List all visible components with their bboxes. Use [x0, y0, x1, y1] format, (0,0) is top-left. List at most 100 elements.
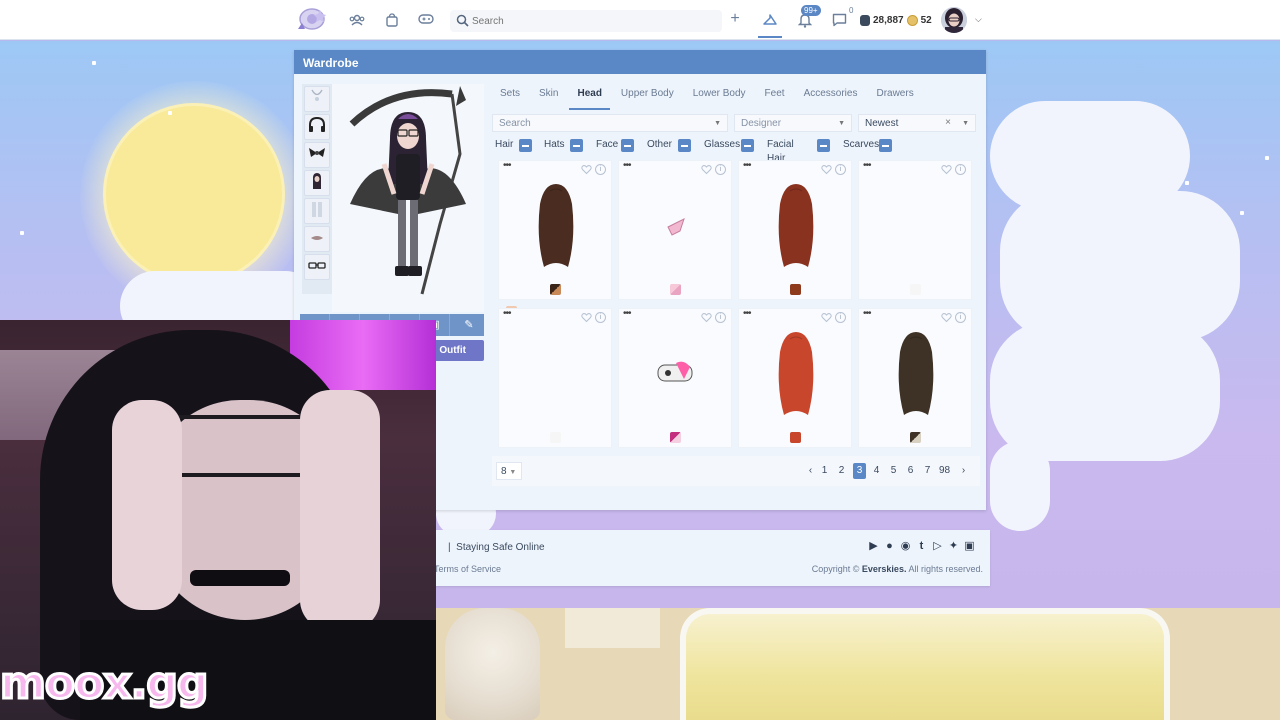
collapse-minus-icon[interactable]	[879, 139, 892, 152]
create-plus-button[interactable]: +	[728, 11, 742, 27]
more-options-icon[interactable]: •••	[743, 309, 751, 319]
favorite-heart-icon[interactable]	[581, 164, 592, 175]
community-icon[interactable]	[349, 13, 365, 27]
item-info-icon[interactable]: i	[835, 164, 846, 175]
color-variant-swatch[interactable]	[550, 284, 561, 295]
item-info-icon[interactable]: i	[595, 164, 606, 175]
item-card[interactable]: ••• i	[498, 160, 612, 300]
category-chip-face[interactable]: Face	[596, 138, 634, 154]
item-card[interactable]: ••• i	[618, 308, 732, 448]
shop-bag-icon[interactable]	[384, 13, 400, 27]
item-info-icon[interactable]: i	[715, 164, 726, 175]
slot-hair[interactable]	[304, 170, 330, 196]
more-options-icon[interactable]: •••	[503, 309, 511, 319]
favorite-heart-icon[interactable]	[581, 312, 592, 323]
tab-skin[interactable]: Skin	[531, 82, 566, 110]
item-info-icon[interactable]: i	[955, 312, 966, 323]
page-link-7[interactable]: 7	[921, 463, 934, 479]
color-variant-swatch[interactable]	[790, 432, 801, 443]
favorite-heart-icon[interactable]	[941, 312, 952, 323]
page-link-6[interactable]: 6	[904, 463, 917, 479]
category-chip-facial-hair[interactable]: Facial Hair	[767, 138, 830, 164]
color-variant-swatch[interactable]	[550, 432, 561, 443]
terms-of-service-link[interactable]: Terms of Service	[434, 564, 501, 574]
item-info-icon[interactable]: i	[955, 164, 966, 175]
tab-accessories[interactable]: Accessories	[796, 82, 866, 110]
next-page-chevron-right-icon[interactable]: ›	[957, 463, 970, 479]
item-card[interactable]: ••• i	[618, 160, 732, 300]
collapse-minus-icon[interactable]	[817, 139, 830, 152]
slot-glasses[interactable]	[304, 254, 330, 280]
everskies-logo[interactable]	[294, 7, 328, 33]
favorite-heart-icon[interactable]	[701, 164, 712, 175]
favorite-heart-icon[interactable]	[821, 164, 832, 175]
item-search-select[interactable]: Search ▼	[492, 114, 728, 132]
youtube-icon[interactable]: ▷	[931, 540, 944, 553]
item-card[interactable]: ••• i	[858, 308, 972, 448]
page-link-98[interactable]: 98	[938, 463, 951, 479]
tab-upper-body[interactable]: Upper Body	[613, 82, 682, 110]
category-chip-glasses[interactable]: Glasses	[704, 138, 754, 154]
instagram-icon[interactable]: ◉	[899, 540, 912, 553]
account-menu-chevron-down-icon[interactable]: ⌵	[975, 14, 982, 25]
item-info-icon[interactable]: i	[835, 312, 846, 323]
category-chip-other[interactable]: Other	[647, 138, 691, 154]
collapse-minus-icon[interactable]	[741, 139, 754, 152]
google-play-icon[interactable]: ▶	[867, 540, 880, 553]
favorite-heart-icon[interactable]	[821, 312, 832, 323]
global-search[interactable]	[450, 10, 722, 32]
item-card[interactable]: ••• i	[738, 308, 852, 448]
staying-safe-online-link[interactable]: Staying Safe Online	[456, 542, 544, 553]
color-variant-swatch[interactable]	[670, 284, 681, 295]
color-variant-swatch[interactable]	[910, 432, 921, 443]
collapse-minus-icon[interactable]	[621, 139, 634, 152]
page-link-2[interactable]: 2	[835, 463, 848, 479]
slot-stockings[interactable]	[304, 198, 330, 224]
tab-feet[interactable]: Feet	[757, 82, 793, 110]
favorite-heart-icon[interactable]	[941, 164, 952, 175]
save-outfit-icon[interactable]: ✎	[454, 314, 484, 336]
slot-mouth[interactable]	[304, 226, 330, 252]
item-info-icon[interactable]: i	[595, 312, 606, 323]
messages-chat-icon[interactable]	[832, 13, 847, 27]
per-page-select[interactable]: 8 ▼	[496, 462, 522, 480]
item-info-icon[interactable]: i	[715, 312, 726, 323]
global-search-input[interactable]	[472, 13, 712, 29]
category-chip-scarves[interactable]: Scarves	[843, 138, 892, 154]
slot-head-accessory[interactable]	[304, 86, 330, 112]
item-card[interactable]: ••• i	[498, 308, 612, 448]
apple-icon[interactable]: ●	[883, 540, 896, 553]
page-link-1[interactable]: 1	[818, 463, 831, 479]
more-options-icon[interactable]: •••	[863, 309, 871, 319]
currency-display[interactable]: 28,887 52	[860, 13, 932, 27]
collapse-minus-icon[interactable]	[519, 139, 532, 152]
more-options-icon[interactable]: •••	[743, 161, 751, 171]
favorite-heart-icon[interactable]	[701, 312, 712, 323]
twitter-icon[interactable]: ✦	[947, 540, 960, 553]
page-link-4[interactable]: 4	[870, 463, 883, 479]
more-options-icon[interactable]: •••	[623, 161, 631, 171]
tab-head[interactable]: Head	[569, 82, 610, 110]
item-card[interactable]: ••• i	[738, 160, 852, 300]
color-variant-swatch[interactable]	[670, 432, 681, 443]
user-avatar[interactable]	[941, 7, 967, 33]
more-options-icon[interactable]: •••	[503, 161, 511, 171]
collapse-minus-icon[interactable]	[570, 139, 583, 152]
tab-drawers[interactable]: Drawers	[868, 82, 921, 110]
color-variant-swatch[interactable]	[910, 284, 921, 295]
games-controller-icon[interactable]	[418, 13, 434, 27]
dress-up-nav-button[interactable]	[758, 6, 782, 38]
more-options-icon[interactable]: •••	[623, 309, 631, 319]
collapse-minus-icon[interactable]	[678, 139, 691, 152]
designer-select[interactable]: Designer ▼	[734, 114, 852, 132]
category-chip-hats[interactable]: Hats	[544, 138, 583, 154]
page-link-5[interactable]: 5	[887, 463, 900, 479]
tab-lower-body[interactable]: Lower Body	[685, 82, 754, 110]
tab-sets[interactable]: Sets	[492, 82, 528, 110]
more-options-icon[interactable]: •••	[863, 161, 871, 171]
discord-icon[interactable]: ▣	[963, 540, 976, 553]
slot-wings[interactable]	[304, 142, 330, 168]
page-link-3-current[interactable]: 3	[853, 463, 866, 479]
sort-select[interactable]: Newest × ▼	[858, 114, 976, 132]
tumblr-icon[interactable]: t	[915, 540, 928, 553]
